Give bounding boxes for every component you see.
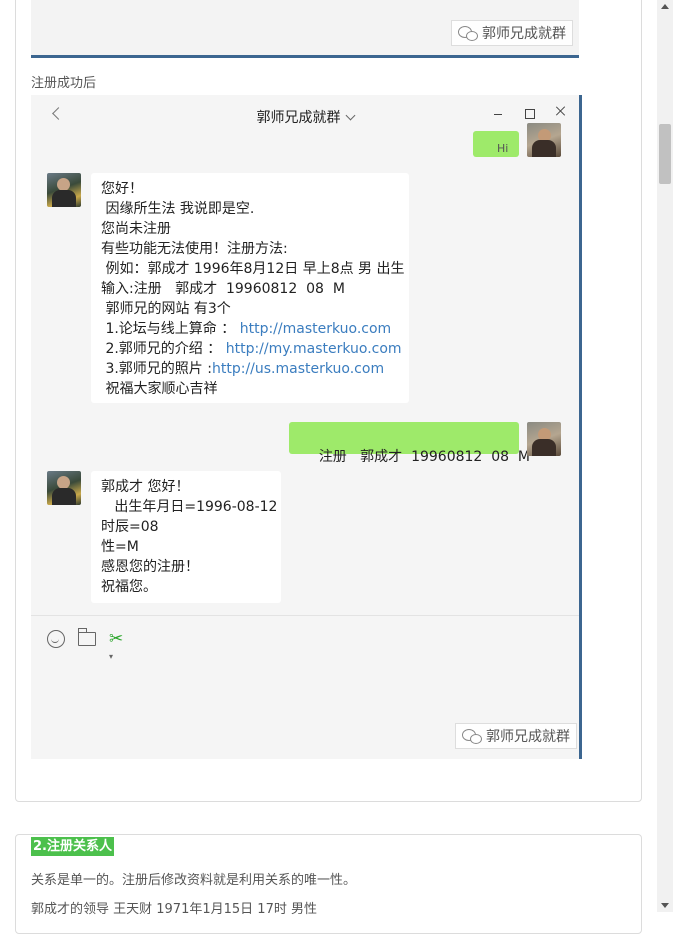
maximize-icon[interactable]	[525, 109, 535, 119]
msg-line: 祝福大家顺心吉祥	[101, 381, 218, 397]
link[interactable]: http://my.masterkuo.com	[226, 341, 402, 357]
caption: 注册成功后	[31, 76, 97, 91]
wechat-icon	[462, 729, 482, 744]
partial-bubble: Hi	[473, 131, 519, 157]
message-bubble: 注册 郭成才 19960812 08 M	[289, 422, 530, 465]
scrollbar[interactable]	[657, 0, 673, 912]
msg-line: 有些功能无法使用！注册方法:	[101, 241, 288, 257]
msg-line: 您尚未注册	[101, 221, 171, 237]
paragraph: 关系是单一的。注册后修改资料就是利用关系的唯一性。	[31, 873, 357, 888]
message-bubble: 您好！ 因缘所生法 我说即是空. 您尚未注册 有些功能无法使用！注册方法: 例如…	[91, 173, 409, 403]
msg-line: 3.郭师兄的照片 :	[101, 361, 212, 377]
scissors-icon[interactable]: ✂▾	[109, 630, 127, 661]
close-icon[interactable]	[555, 105, 567, 117]
scroll-thumb[interactable]	[659, 124, 671, 184]
watermark: 郭师兄成就群	[451, 20, 573, 46]
avatar[interactable]	[47, 173, 81, 207]
msg-line: 因缘所生法 我说即是空.	[101, 201, 255, 217]
msg-line: 输入:注册 郭成才 19960812 08 M	[101, 281, 345, 297]
msg-line: 1.论坛与线上算命 ：	[101, 321, 236, 337]
msg-line: 2.郭师兄的介绍 ：	[101, 341, 222, 357]
paragraph: 郭成才的领导 王天财 1971年1月15日 17时 男性	[31, 902, 317, 917]
avatar[interactable]	[527, 123, 561, 157]
partial-bubble-text: Hi	[497, 142, 509, 155]
section-title: 2.注册关系人	[31, 837, 114, 856]
smile-icon[interactable]	[47, 630, 65, 648]
msg-line: 出生年月日=1996-08-12	[101, 499, 278, 515]
scroll-down-icon[interactable]	[661, 903, 669, 908]
msg-line: 您好！	[101, 181, 143, 197]
msg-line: 祝福您。	[101, 579, 157, 595]
link[interactable]: http://us.masterkuo.com	[212, 361, 384, 377]
folder-icon[interactable]	[77, 628, 96, 646]
chat-title-text: 郭师兄成就群	[256, 110, 341, 126]
message-bubble: 郭成才 您好！ 出生年月日=1996-08-12 时辰=08 性=M 感恩您的注…	[91, 471, 281, 603]
msg-line: 例如：郭成才 1996年8月12日 早上8点 男 出生	[101, 261, 405, 277]
watermark-text: 郭师兄成就群	[486, 729, 570, 745]
watermark: 郭师兄成就群	[455, 723, 577, 749]
msg-line: 时辰=08	[101, 519, 159, 535]
chat-window-screenshot: 郭师兄成就群 Hi 您好！ 因缘所生法 我说即是空. 您尚未注册 有些功能无法使…	[31, 95, 582, 759]
msg-text: 注册 郭成才 19960812 08 M	[318, 449, 531, 465]
msg-line: 郭成才 您好！	[101, 479, 190, 495]
avatar[interactable]	[47, 471, 81, 505]
screenshot-top-fragment: 郭师兄成就群	[31, 0, 579, 58]
chevron-down-icon	[345, 110, 355, 121]
msg-line: 性=M	[101, 539, 139, 555]
link[interactable]: http://masterkuo.com	[240, 321, 391, 337]
avatar[interactable]	[527, 422, 561, 456]
msg-line: 感恩您的注册！	[101, 559, 199, 575]
watermark-text: 郭师兄成就群	[482, 26, 566, 42]
wechat-icon	[458, 26, 478, 41]
scroll-up-icon[interactable]	[661, 4, 669, 9]
minimize-icon[interactable]	[494, 105, 504, 115]
msg-line: 郭师兄的网站 有3个	[101, 301, 231, 317]
